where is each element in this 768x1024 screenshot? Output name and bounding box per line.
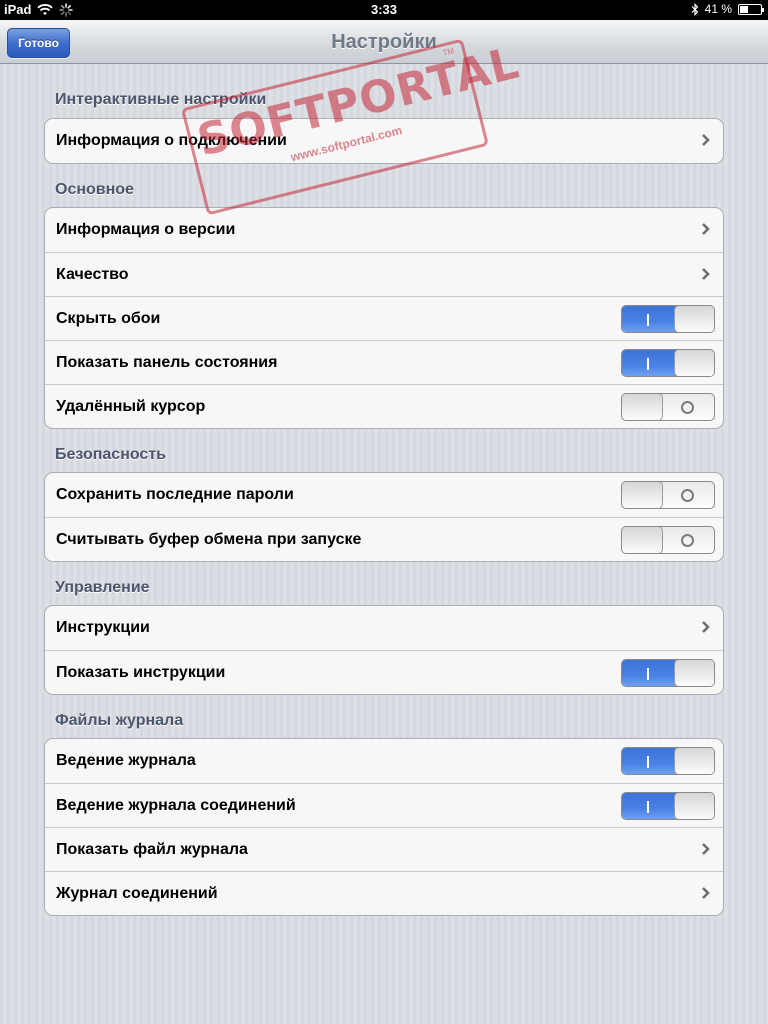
settings-row: Скрыть обои bbox=[45, 296, 723, 340]
switch-on-mark-icon bbox=[647, 358, 649, 370]
settings-row-label: Показать инструкции bbox=[56, 663, 226, 681]
bluetooth-icon bbox=[691, 2, 698, 16]
toggle-switch[interactable] bbox=[621, 349, 715, 377]
settings-group: Информация о версии Качество Скрыть обои По… bbox=[44, 207, 724, 429]
settings-row-label: Считывать буфер обмена при запуске bbox=[56, 530, 362, 548]
settings-row-label: Сохранить последние пароли bbox=[56, 486, 294, 503]
toggle-switch[interactable] bbox=[621, 659, 715, 687]
section-header: Файлы журнала bbox=[55, 712, 184, 729]
settings-group: Инструкции Показать инструкции bbox=[44, 605, 724, 695]
settings-row-label: Качество bbox=[56, 265, 129, 283]
section-header: Интерактивные настройки bbox=[55, 91, 267, 108]
section-header: Безопасность bbox=[55, 446, 166, 463]
navigation-bar: Готово Настройки bbox=[0, 20, 768, 64]
battery-fill bbox=[740, 5, 749, 13]
settings-row-label: Журнал соединений bbox=[56, 884, 218, 902]
settings-row-label: Ведение журнала bbox=[56, 752, 196, 769]
switch-track bbox=[622, 793, 676, 819]
battery-percent: 41 % bbox=[704, 2, 732, 16]
switch-knob bbox=[622, 482, 663, 508]
switch-off-mark-icon bbox=[681, 534, 694, 547]
settings-group: Информация о подключении bbox=[44, 118, 724, 164]
settings-row-label: Скрыть обои bbox=[56, 309, 161, 327]
settings-row: Удалённый курсор bbox=[45, 384, 723, 428]
settings-row-label: Удалённый курсор bbox=[56, 397, 206, 415]
status-time: 3:33 bbox=[370, 2, 398, 17]
settings-row[interactable]: Журнал соединений bbox=[45, 871, 723, 915]
section-header: Основное bbox=[55, 181, 134, 198]
switch-on-mark-icon bbox=[647, 756, 649, 768]
switch-on-mark-icon bbox=[647, 668, 649, 680]
settings-row: Ведение журнала соединений bbox=[45, 783, 723, 827]
settings-row[interactable]: Информация о подключении bbox=[45, 119, 723, 163]
settings-row-label: Показать панель состояния bbox=[56, 353, 278, 371]
switch-knob bbox=[622, 527, 663, 553]
switch-on-mark-icon bbox=[647, 801, 649, 813]
switch-track bbox=[622, 748, 676, 774]
switch-track bbox=[622, 660, 676, 686]
settings-row: Показать панель состояния bbox=[45, 340, 723, 384]
settings-group: Ведение журнала Ведение журнала соединени… bbox=[44, 738, 724, 916]
toggle-switch[interactable] bbox=[621, 792, 715, 820]
chevron-right-icon bbox=[702, 268, 710, 280]
settings-group: Сохранить последние пароли Считывать буфе… bbox=[44, 472, 724, 562]
settings-row: Показать инструкции bbox=[45, 650, 723, 694]
settings-row-label: Информация о версии bbox=[56, 221, 236, 238]
page-title: Настройки bbox=[331, 31, 437, 53]
section-header: Управление bbox=[55, 579, 150, 596]
settings-row: Ведение журнала bbox=[45, 739, 723, 783]
settings-row[interactable]: Информация о версии bbox=[45, 208, 723, 252]
settings-row-label: Показать файл журнала bbox=[56, 840, 248, 858]
switch-knob bbox=[674, 660, 714, 686]
settings-row: Считывать буфер обмена при запуске bbox=[45, 517, 723, 561]
toggle-switch[interactable] bbox=[621, 481, 715, 509]
chevron-right-icon bbox=[702, 887, 710, 899]
chevron-right-icon bbox=[702, 621, 710, 633]
toggle-switch[interactable] bbox=[621, 393, 715, 421]
switch-knob bbox=[622, 394, 663, 420]
chevron-right-icon bbox=[702, 843, 710, 855]
toggle-switch[interactable] bbox=[621, 747, 715, 775]
settings-row-label: Ведение журнала соединений bbox=[56, 796, 296, 814]
switch-on-mark-icon bbox=[647, 314, 649, 326]
switch-knob bbox=[674, 306, 714, 332]
settings-row-label: Инструкции bbox=[56, 619, 150, 636]
switch-knob bbox=[674, 793, 714, 819]
switch-knob bbox=[674, 748, 714, 774]
settings-row: Сохранить последние пароли bbox=[45, 473, 723, 517]
status-bar: iPad 3:33 41 % bbox=[0, 0, 768, 20]
chevron-right-icon bbox=[702, 223, 710, 235]
switch-off-mark-icon bbox=[681, 489, 694, 502]
toggle-switch[interactable] bbox=[621, 526, 715, 554]
switch-knob bbox=[674, 350, 714, 376]
toggle-switch[interactable] bbox=[621, 305, 715, 333]
settings-row-label: Информация о подключении bbox=[56, 132, 287, 149]
switch-track bbox=[622, 350, 676, 376]
settings-row[interactable]: Показать файл журнала bbox=[45, 827, 723, 871]
switch-off-mark-icon bbox=[681, 401, 694, 414]
settings-row[interactable]: Качество bbox=[45, 252, 723, 296]
settings-row[interactable]: Инструкции bbox=[45, 606, 723, 650]
battery-icon bbox=[738, 3, 764, 15]
switch-track bbox=[622, 306, 676, 332]
chevron-right-icon bbox=[702, 134, 710, 146]
